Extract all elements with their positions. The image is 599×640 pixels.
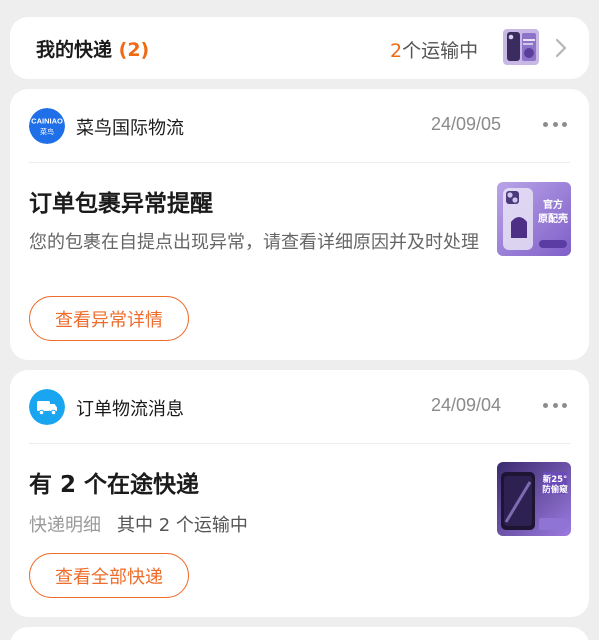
- summary-title: 我的快递 (2): [36, 35, 149, 62]
- summary-status-text: 个运输中: [402, 40, 479, 62]
- message-card-cainiao[interactable]: CAINIAO 菜鸟 菜鸟国际物流 24/09/05 订单包裹异常提醒 您的包裹…: [10, 89, 589, 360]
- screen-protector-product-thumbnail[interactable]: 新25° 防偷窥: [497, 462, 571, 536]
- message-card-order-logistics[interactable]: 订单物流消息 24/09/04 有 2 个在途快递 快递明细 其中 2 个运输中 …: [10, 370, 589, 617]
- message-title: 订单包裹异常提醒: [29, 191, 213, 217]
- divider: [29, 162, 570, 163]
- thumb-tag-1: 新25°: [543, 474, 568, 485]
- view-exception-details-button[interactable]: 查看异常详情: [29, 296, 189, 341]
- message-body: 您的包裹在自提点出现异常，请查看详细原因并及时处理: [29, 232, 479, 253]
- more-options-icon[interactable]: [540, 111, 570, 137]
- thumb-tag-1: 官方: [543, 198, 563, 211]
- message-source-name: 订单物流消息: [76, 399, 184, 420]
- message-source-name: 菜鸟国际物流: [76, 118, 184, 139]
- summary-title-text: 我的快递: [36, 39, 113, 61]
- thumb-tag-2: 防偷窥: [542, 484, 568, 495]
- summary-product-thumbnail: [503, 29, 539, 65]
- thumb-tag-2: 原配壳: [538, 212, 568, 225]
- truck-icon: [29, 389, 65, 425]
- divider: [29, 443, 570, 444]
- cainiao-logo: CAINIAO 菜鸟: [29, 108, 65, 144]
- express-detail-row: 快递明细 其中 2 个运输中: [29, 511, 248, 537]
- view-all-express-button[interactable]: 查看全部快递: [29, 553, 189, 598]
- message-title: 有 2 个在途快递: [29, 472, 200, 498]
- summary-count: (2): [118, 39, 150, 61]
- express-detail-label: 快递明细: [29, 515, 101, 536]
- summary-status-num: 2: [390, 40, 403, 62]
- summary-status: 2个运输中: [390, 36, 478, 63]
- my-express-summary[interactable]: 我的快递 (2) 2个运输中: [10, 17, 589, 79]
- cainiao-logo-cn: 菜鸟: [40, 127, 54, 136]
- cainiao-logo-text: CAINIAO: [31, 117, 63, 126]
- message-date: 24/09/05: [431, 114, 502, 134]
- phone-case-product-thumbnail[interactable]: 官方 原配壳: [497, 182, 571, 256]
- express-detail-value: 其中 2 个运输中: [117, 515, 248, 536]
- message-card-partial[interactable]: [10, 627, 589, 640]
- chevron-right-icon[interactable]: [553, 37, 569, 59]
- message-date: 24/09/04: [431, 395, 502, 415]
- more-options-icon[interactable]: [540, 392, 570, 418]
